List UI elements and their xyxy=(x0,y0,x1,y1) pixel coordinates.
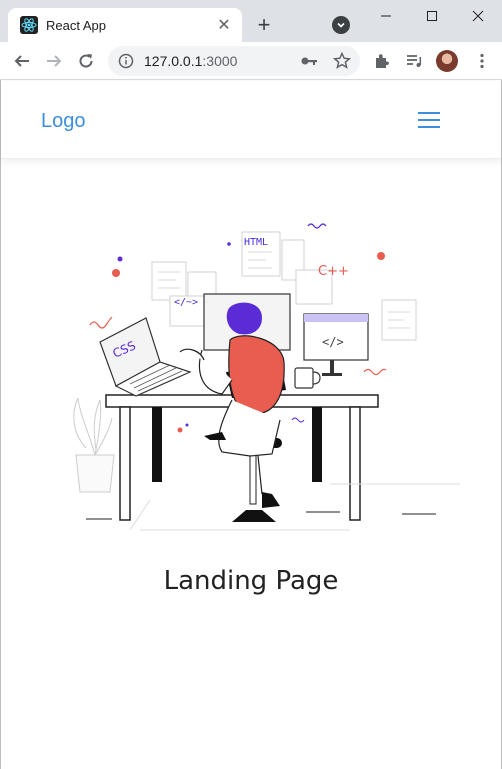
coffee-mug-icon xyxy=(294,367,321,389)
decor-dot xyxy=(117,256,123,262)
hamburger-line xyxy=(418,112,440,114)
potted-plant-icon xyxy=(73,397,115,493)
html-label: HTML xyxy=(244,237,268,248)
bookmark-star-icon[interactable] xyxy=(332,51,352,71)
close-window-button[interactable] xyxy=(458,4,498,28)
decor-dot xyxy=(227,242,231,246)
hamburger-menu-icon[interactable] xyxy=(418,112,440,130)
site-info-icon[interactable] xyxy=(118,53,134,69)
url-text: 127.0.0.1:3000 xyxy=(144,53,237,69)
forward-arrow-icon[interactable] xyxy=(42,49,66,73)
url-host: 127.0.0.1 xyxy=(144,53,203,69)
media-queue-icon[interactable] xyxy=(402,49,426,73)
profile-avatar[interactable] xyxy=(436,50,458,72)
decor-squiggle xyxy=(307,223,327,229)
decor-dot xyxy=(112,269,120,277)
app-navbar: Logo xyxy=(1,81,501,159)
new-tab-button[interactable]: + xyxy=(252,12,276,37)
url-port: :3000 xyxy=(202,53,238,69)
reload-icon[interactable] xyxy=(74,49,98,73)
window-border-left xyxy=(0,80,1,769)
logo-link[interactable]: Logo xyxy=(41,110,86,133)
minimize-button[interactable] xyxy=(366,4,406,28)
browser-toolbar: 127.0.0.1:3000 xyxy=(0,42,502,80)
browser-menu-icon[interactable] xyxy=(470,49,494,73)
hamburger-line xyxy=(418,119,440,121)
landing-page-title: Landing Page xyxy=(163,566,339,596)
tab-search-icon[interactable] xyxy=(332,16,350,34)
decor-squiggle xyxy=(291,417,305,423)
code-tag-label: </> xyxy=(322,335,344,349)
password-key-icon[interactable] xyxy=(300,52,318,70)
address-bar[interactable]: 127.0.0.1:3000 xyxy=(108,46,360,76)
tab-close-button[interactable]: ✕ xyxy=(214,15,234,35)
extensions-puzzle-icon[interactable] xyxy=(370,49,394,73)
browser-tab-bar: React App ✕ + xyxy=(0,0,502,42)
decor-dot xyxy=(177,427,183,433)
decor-dot xyxy=(185,423,189,427)
hamburger-line xyxy=(418,126,440,128)
decor-dot xyxy=(377,252,385,260)
cpp-label: C++ xyxy=(318,264,349,279)
react-favicon-icon xyxy=(20,16,38,34)
browser-tab[interactable]: React App ✕ xyxy=(8,8,242,42)
developer-workspace-illustration: HTML C++ </~> CSS </> xyxy=(73,223,460,531)
maximize-button[interactable] xyxy=(412,4,452,28)
decor-squiggle xyxy=(363,368,387,376)
decor-squiggle xyxy=(89,316,113,329)
tab-title: React App xyxy=(46,17,106,33)
back-arrow-icon[interactable] xyxy=(10,49,34,73)
tag-label: </~> xyxy=(174,297,198,308)
